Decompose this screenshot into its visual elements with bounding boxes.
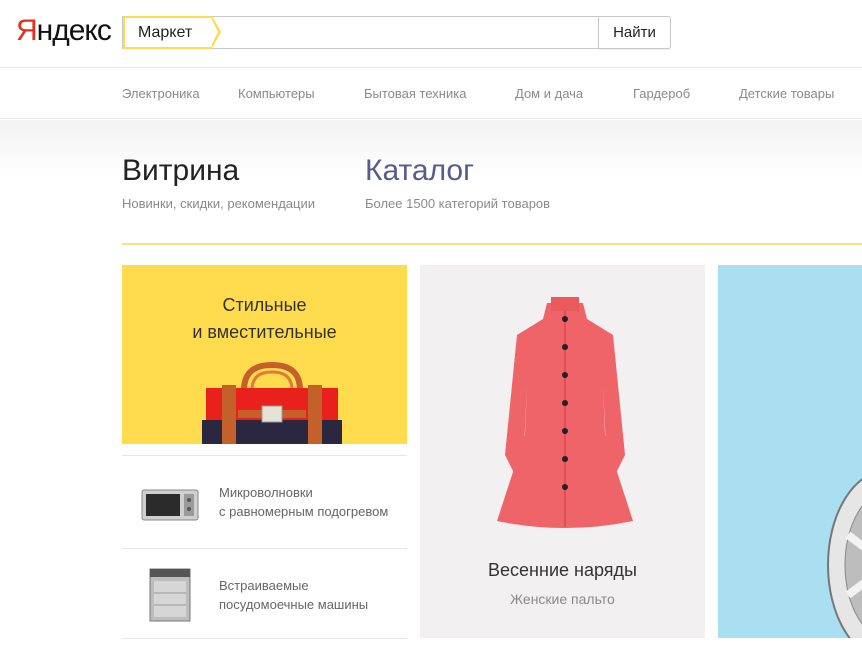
catalog-title[interactable]: Каталог xyxy=(365,154,474,188)
coat-icon xyxy=(497,297,633,528)
coat-card-subtitle: Женские пальто xyxy=(510,591,615,607)
promo-bags[interactable]: Стильные и вместительные xyxy=(122,265,407,444)
list-item-line-2: посудомоечные машины xyxy=(219,597,369,612)
dishwasher-icon xyxy=(149,568,191,622)
promo-text: Стильные и вместительные xyxy=(122,292,407,346)
microwave-icon xyxy=(141,489,199,521)
wheel-icon xyxy=(827,478,862,638)
header: Яндекс Маркет Найти xyxy=(0,0,862,68)
search-input[interactable] xyxy=(223,17,593,48)
promo-coats[interactable]: Весенние наряды Женские пальто xyxy=(420,265,705,638)
list-item-line-2: с равномерным подогревом xyxy=(219,504,389,519)
list-divider xyxy=(122,638,407,639)
list-item-line-1: Встраиваемые xyxy=(219,578,309,593)
showcase-title[interactable]: Витрина xyxy=(122,154,239,188)
promo-line-2: и вместительные xyxy=(192,322,337,342)
search-button[interactable]: Найти xyxy=(598,16,671,49)
list-item-text: Микроволновки с равномерным подогревом xyxy=(219,483,388,521)
nav-item-home-garden[interactable]: Дом и дача xyxy=(515,86,583,101)
list-item-line-1: Микроволновки xyxy=(219,485,313,500)
catalog-subtitle: Более 1500 категорий товаров xyxy=(365,196,551,211)
list-item-microwaves[interactable]: Микроволновки с равномерным подогревом xyxy=(122,455,407,548)
nav-item-wardrobe[interactable]: Гардероб xyxy=(633,86,690,101)
promo-line-1: Стильные xyxy=(222,295,307,315)
promo-wheels[interactable] xyxy=(718,265,862,638)
search-service-tab[interactable]: Маркет xyxy=(123,16,222,49)
list-item-dishwashers[interactable]: Встраиваемые посудомоечные машины xyxy=(122,548,407,641)
list-item-text: Встраиваемые посудомоечные машины xyxy=(219,576,368,614)
coat-card-title: Весенние наряды xyxy=(488,560,637,580)
search-box: Маркет xyxy=(122,16,599,49)
handbag-icon xyxy=(202,361,342,444)
nav-item-appliances[interactable]: Бытовая техника xyxy=(364,86,466,101)
section-divider xyxy=(122,243,862,245)
category-nav: Электроника Компьютеры Бытовая техника Д… xyxy=(0,69,862,119)
yandex-logo[interactable]: Яндекс xyxy=(16,14,112,48)
nav-item-electronics[interactable]: Электроника xyxy=(122,86,200,101)
nav-item-kids[interactable]: Детские товары xyxy=(739,86,834,101)
logo-rest: ндекс xyxy=(36,14,112,47)
logo-first-letter: Я xyxy=(16,14,38,47)
showcase-subtitle: Новинки, скидки, рекомендации xyxy=(122,196,316,211)
nav-item-computers[interactable]: Компьютеры xyxy=(238,86,315,101)
